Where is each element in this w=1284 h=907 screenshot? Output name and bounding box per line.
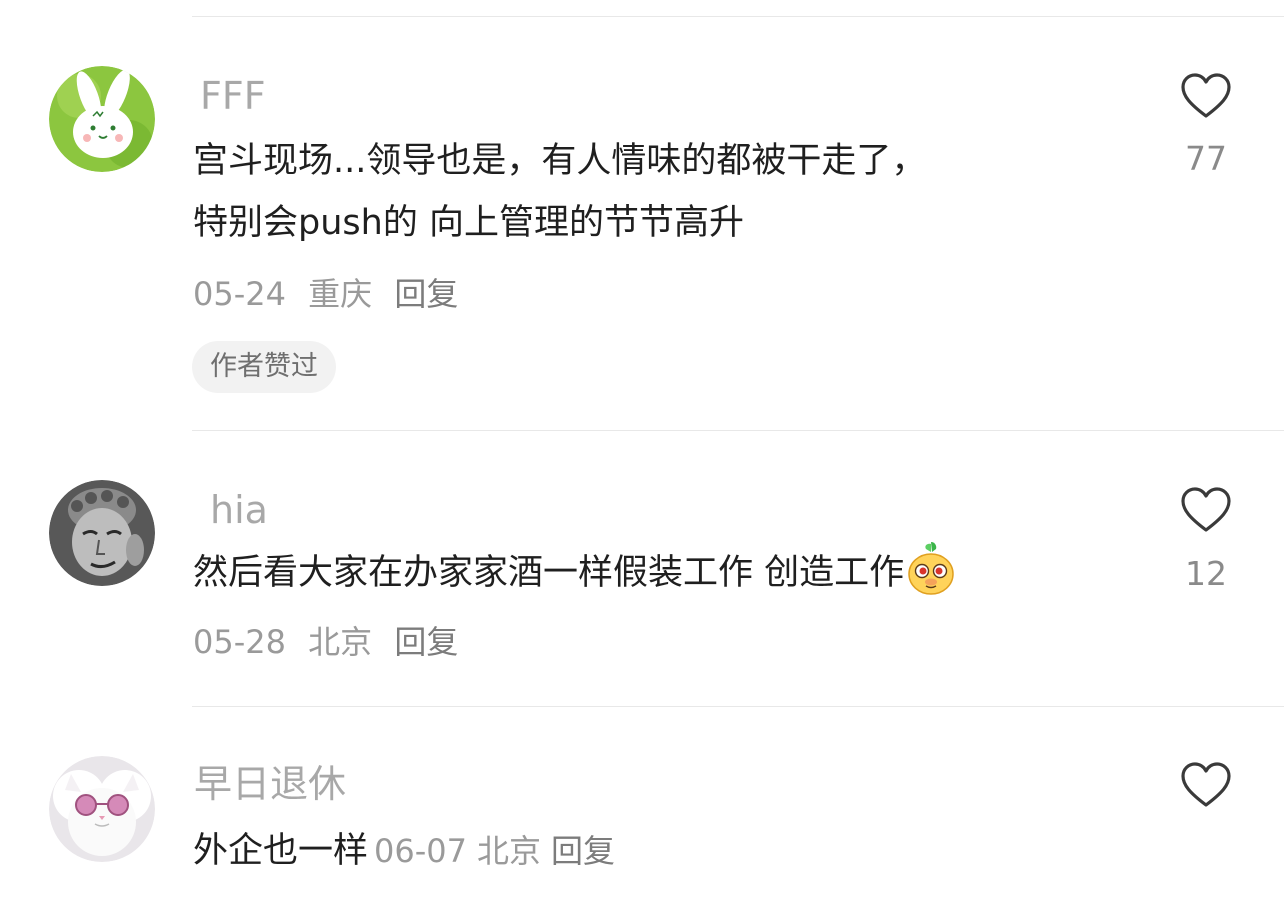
comment-location: 重庆 [308,275,373,313]
comment-divider [192,706,1284,707]
comment-text[interactable]: 宫斗现场...领导也是，有人情味的都被干走了， 特别会push的 向上管理的节节… [193,130,1123,254]
comment-divider [192,430,1284,431]
comment-meta: 05-24 重庆 回复 [193,278,470,310]
comment-text-line: 外企也一样 [193,831,369,871]
avatar[interactable] [49,756,155,862]
reply-button[interactable]: 回复 [551,832,615,870]
comment-text-line: 特别会push的 向上管理的节节高升 [193,203,744,243]
like-count: 12 [1185,554,1227,593]
reply-button[interactable]: 回复 [394,275,458,313]
heart-outline-icon[interactable] [1180,761,1232,809]
avatar[interactable] [49,66,155,172]
comment-text[interactable]: 外企也一样 06-07 北京 回复 [193,820,1123,882]
comment-date: 06-07 [374,832,467,870]
comment-date: 05-24 [193,275,286,313]
reply-button[interactable]: 回复 [394,623,458,661]
like-count: 77 [1185,139,1227,178]
comment-location: 北京 [477,832,542,870]
heart-outline-icon[interactable] [1180,486,1232,534]
comment-text-line: 然后看大家在办家家酒一样假装工作 创造工作 [193,553,905,593]
stone-statue-avatar-icon [49,480,155,586]
comment-text[interactable]: 然后看大家在办家家酒一样假装工作 创造工作 [193,542,1123,604]
username[interactable]: FFF [200,77,266,115]
username[interactable]: 早日退休 [194,765,346,803]
avatar[interactable] [49,480,155,586]
white-cat-sunglasses-avatar-icon [49,756,155,862]
comment-date: 05-28 [193,623,286,661]
comment-text-line: 宫斗现场...领导也是，有人情味的都被干走了， [193,141,927,181]
comment-location: 北京 [308,623,373,661]
top-divider [192,16,1284,17]
author-liked-badge: 作者赞过 [192,341,336,393]
green-rabbit-avatar-icon [49,66,155,172]
comment-meta: 05-28 北京 回复 [193,626,470,658]
comment-meta: 06-07 北京 回复 [374,832,625,870]
smirk-face-emoji-icon [906,540,956,596]
username[interactable]: hia [210,491,268,529]
heart-outline-icon[interactable] [1180,72,1232,120]
